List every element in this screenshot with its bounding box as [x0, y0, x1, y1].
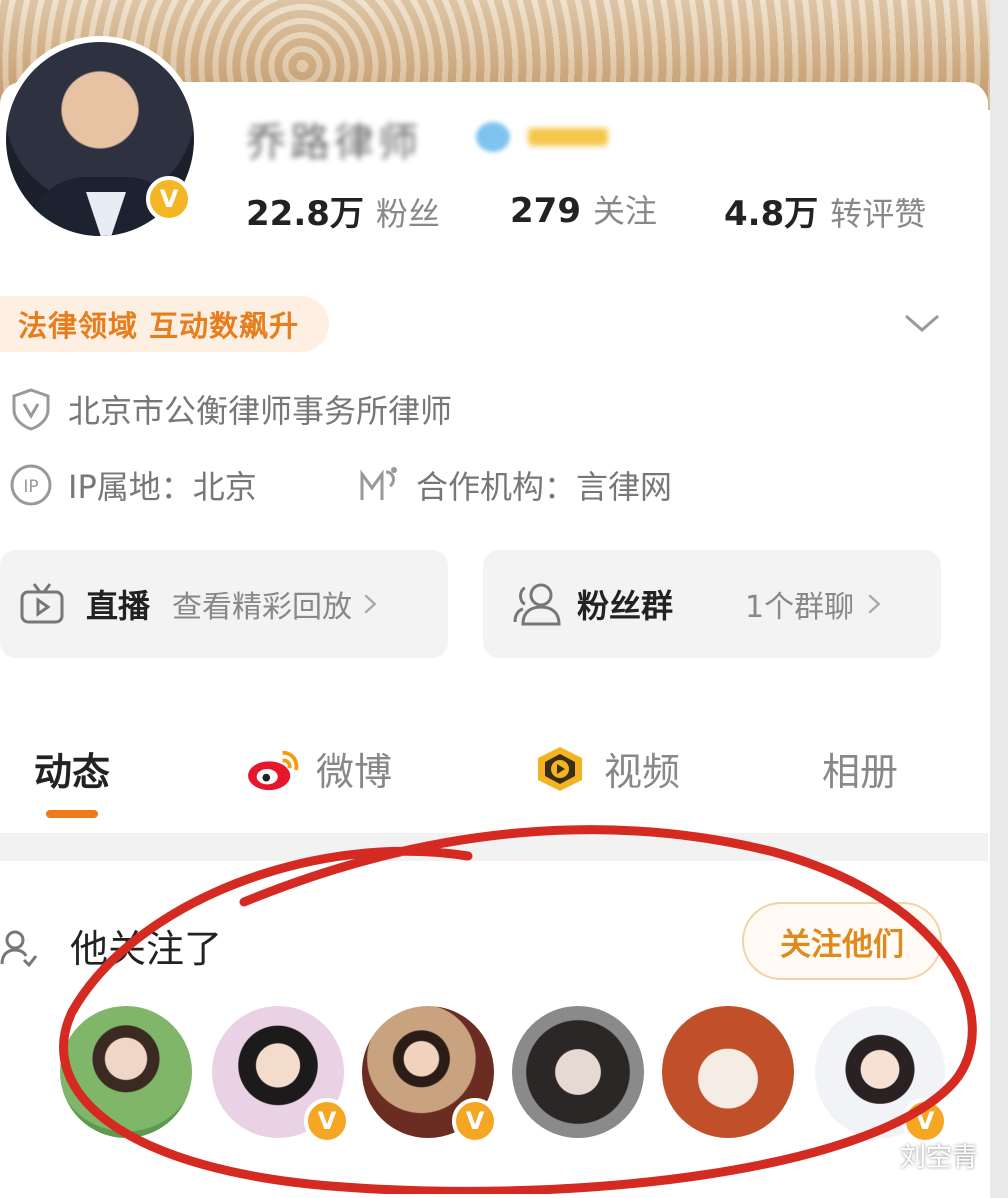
active-tab-indicator — [46, 810, 98, 818]
tv-icon — [20, 583, 64, 624]
tab-weibo[interactable]: 微博 — [244, 741, 392, 796]
stat-fans-value: 22.8万 — [246, 194, 364, 234]
tab-album-label: 相册 — [822, 750, 899, 794]
profile-name: 乔路律师 — [246, 120, 422, 166]
domain-tag[interactable]: 法律领域 互动数飙升 — [0, 296, 330, 352]
gold-badge-icon — [528, 128, 608, 146]
stat-interactions-label: 转评赞 — [830, 195, 927, 233]
stat-interactions-value: 4.8万 — [724, 194, 819, 234]
ip-location-row: IP IP属地：北京 — [8, 462, 257, 508]
live-title: 直播 — [86, 587, 151, 625]
video-badge-icon — [538, 746, 582, 791]
stat-fans-label: 粉丝 — [375, 195, 440, 233]
fan-group-icon — [513, 583, 561, 626]
tab-album[interactable]: 相册 — [822, 741, 898, 796]
followed-avatar-1[interactable] — [60, 1006, 192, 1138]
stat-interactions[interactable]: 4.8万 转评赞 — [724, 186, 926, 236]
following-title: 他关注了 — [70, 927, 223, 971]
weibo-logo-icon — [248, 750, 299, 790]
svg-text:IP: IP — [23, 477, 38, 497]
fan-group-title: 粉丝群 — [577, 587, 674, 625]
tab-feed-label: 动态 — [34, 750, 111, 794]
blue-badge-icon — [476, 122, 510, 152]
chevron-down-icon[interactable] — [902, 308, 942, 338]
stat-following-value: 279 — [510, 191, 581, 231]
partner-text: 合作机构：言律网 — [416, 468, 673, 506]
tab-feed[interactable]: 动态 — [34, 741, 110, 796]
tab-video[interactable]: 视频 — [530, 741, 680, 796]
partner-row: 合作机构：言律网 — [356, 462, 672, 508]
stat-fans[interactable]: 22.8万 粉丝 — [246, 186, 440, 236]
followed-avatar-5[interactable] — [662, 1006, 794, 1138]
stat-following[interactable]: 279 关注 — [510, 186, 657, 236]
profile-tabs: 动态 微博 视频 相册 — [0, 735, 988, 815]
live-replay-button[interactable]: 直播 查看精彩回放 — [0, 550, 448, 658]
wechat-icon — [852, 1141, 892, 1169]
wechat-watermark: 刘空青 — [852, 1137, 978, 1174]
chevron-right-icon — [364, 594, 377, 614]
verified-info-text: 北京市公衡律师事务所律师 — [68, 392, 453, 430]
follow-them-button[interactable]: 关注他们 — [742, 902, 942, 980]
ip-icon: IP — [10, 464, 52, 506]
partner-m-icon — [360, 467, 397, 500]
name-badges — [476, 118, 626, 154]
verified-v-icon: V — [452, 1098, 498, 1144]
fan-group-button[interactable]: 粉丝群 1个群聊 — [483, 550, 941, 658]
followed-avatar-4[interactable] — [512, 1006, 644, 1138]
verified-info-row: 北京市公衡律师事务所律师 — [8, 386, 452, 432]
section-divider — [0, 833, 988, 861]
chevron-right-icon — [868, 594, 881, 614]
shield-v-icon — [12, 388, 50, 431]
verified-v-icon: V — [146, 176, 192, 222]
ip-location-text: IP属地：北京 — [68, 468, 257, 506]
fan-group-subtitle: 1个群聊 — [745, 590, 855, 625]
person-check-icon — [0, 930, 38, 968]
stat-following-label: 关注 — [592, 192, 657, 230]
right-edge — [990, 0, 1008, 1198]
watermark-text: 刘空青 — [900, 1143, 979, 1173]
live-subtitle: 查看精彩回放 — [172, 590, 353, 625]
verified-v-icon: V — [304, 1098, 350, 1144]
tab-video-label: 视频 — [604, 750, 681, 794]
tab-weibo-label: 微博 — [316, 750, 393, 794]
